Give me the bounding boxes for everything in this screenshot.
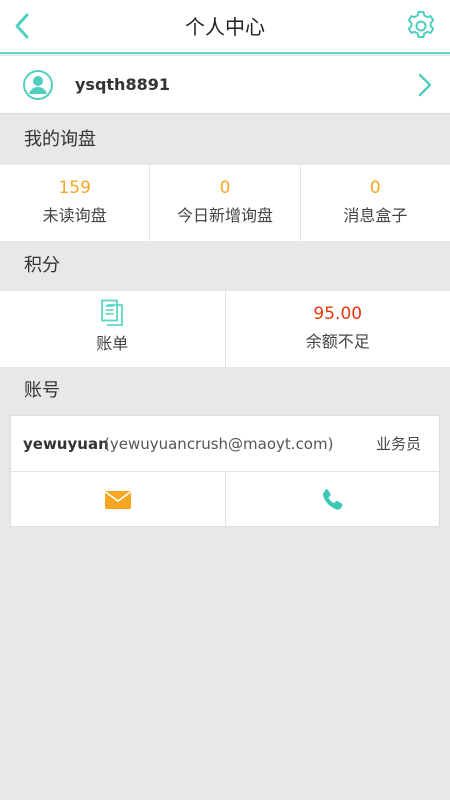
bill-cell[interactable]: 账单 (0, 291, 226, 367)
account-email: (yewuyuancrush@maoyt.com) (104, 435, 334, 453)
unread-inquiries-label: 未读询盘 (42, 206, 107, 225)
account-role: 业务员 (375, 435, 421, 453)
document-icon (101, 299, 124, 326)
message-box-label: 消息盒子 (343, 206, 408, 225)
avatar (22, 69, 54, 101)
inquiries-section-title: 我的询盘 (24, 129, 96, 150)
unread-inquiries-cell[interactable]: 159 未读询盘 (0, 165, 151, 241)
settings-button[interactable] (404, 9, 438, 43)
balance-value: 95.00 (313, 304, 363, 324)
user-profile-row[interactable]: ysqth8891 (0, 56, 450, 114)
page-title: 个人中心 (185, 15, 265, 39)
today-new-inquiries-label: 今日新增询盘 (176, 206, 273, 225)
balance-cell[interactable]: 95.00 余额不足 (226, 291, 450, 367)
message-box-cell[interactable]: 0 消息盒子 (301, 165, 450, 241)
username: ysqth8891 (75, 75, 170, 94)
account-card: yewuyuan (yewuyuancrush@maoyt.com) 业务员 (10, 415, 440, 528)
profile-chevron[interactable] (410, 71, 438, 99)
gear-icon (407, 11, 435, 38)
inquiries-grid: 159 未读询盘 0 今日新增询盘 0 消息盒子 (0, 165, 450, 241)
email-button[interactable] (11, 472, 226, 528)
message-box-count: 0 (369, 178, 381, 198)
points-section-title: 积分 (24, 255, 60, 276)
chevron-right-icon (418, 73, 432, 97)
account-section-title: 账号 (24, 380, 60, 401)
top-bar: 个人中心 (0, 0, 450, 54)
today-new-inquiries-count: 0 (219, 178, 231, 198)
balance-label: 余额不足 (305, 332, 370, 351)
account-name: yewuyuan (23, 435, 109, 453)
account-actions-row (11, 472, 439, 528)
phone-icon (323, 489, 343, 510)
user-avatar-icon (23, 70, 53, 100)
bill-label: 账单 (96, 334, 129, 353)
points-grid: 账单 95.00 余额不足 (0, 291, 450, 367)
call-button[interactable] (226, 472, 440, 528)
unread-inquiries-count: 159 (58, 178, 91, 198)
today-new-inquiries-cell[interactable]: 0 今日新增询盘 (150, 165, 301, 241)
envelope-icon (104, 491, 131, 509)
account-info-row[interactable]: yewuyuan (yewuyuancrush@maoyt.com) 业务员 (11, 416, 439, 472)
